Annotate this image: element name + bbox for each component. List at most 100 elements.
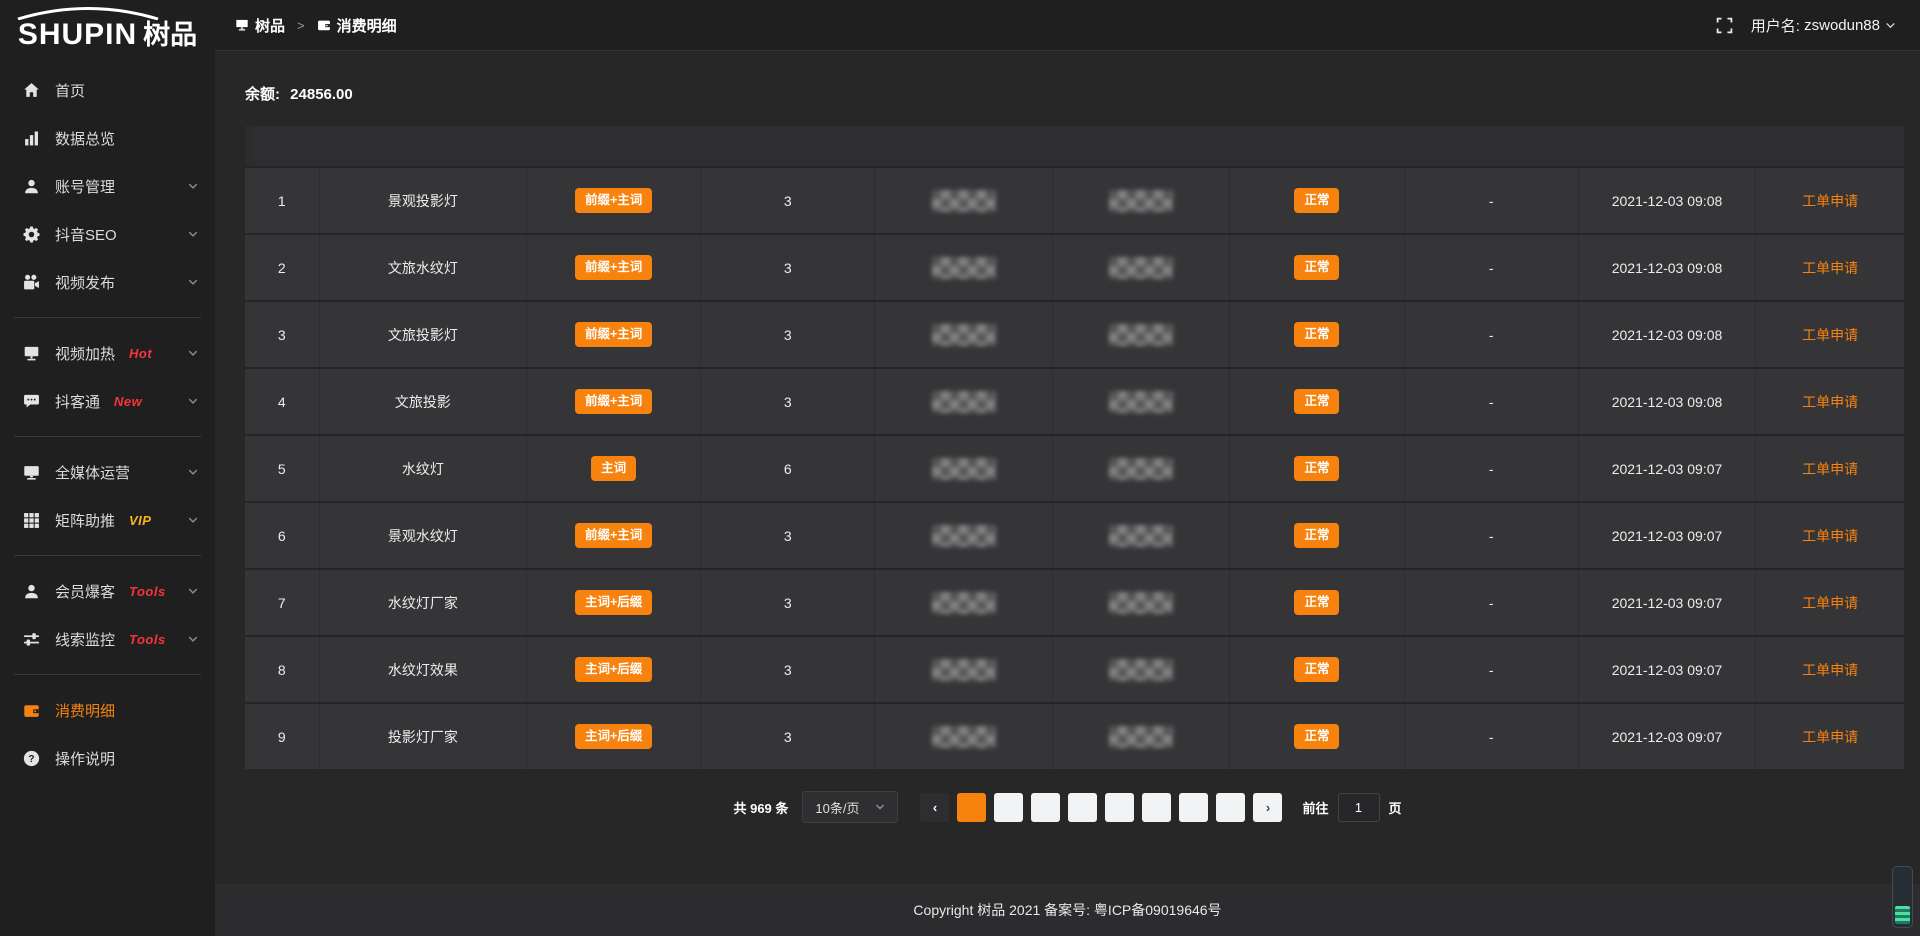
fullscreen-icon[interactable] bbox=[1716, 17, 1733, 34]
wallet-icon bbox=[22, 701, 41, 720]
cell-balance-after bbox=[1053, 168, 1231, 233]
page-number-button[interactable] bbox=[1105, 793, 1134, 822]
sidebar-item-label: 矩阵助推 bbox=[55, 510, 115, 531]
prev-page-button[interactable]: ‹ bbox=[920, 793, 949, 822]
cell-status: 正常 bbox=[1230, 704, 1404, 769]
pagination: 共 969 条 10条/页 ‹ › 前往 页 bbox=[215, 791, 1920, 823]
redacted-value bbox=[932, 391, 996, 413]
sidebar-item[interactable]: 首页 bbox=[0, 66, 215, 114]
cell-amount: 6 bbox=[701, 436, 875, 501]
sidebar-item[interactable]: 会员爆客 Tools bbox=[0, 567, 215, 615]
member-icon bbox=[22, 582, 41, 601]
chevron-down-icon bbox=[187, 276, 199, 288]
breadcrumb-home[interactable]: 树品 bbox=[235, 15, 285, 36]
logo[interactable]: SHUPIN 树品 bbox=[0, 0, 215, 60]
cell-time: 2021-12-03 09:07 bbox=[1579, 436, 1757, 501]
redacted-value bbox=[1109, 592, 1173, 614]
type-badge: 主词+后缀 bbox=[575, 590, 652, 615]
breadcrumb-separator: > bbox=[297, 18, 305, 33]
pagination-total: 共 969 条 bbox=[733, 798, 788, 817]
sidebar-divider bbox=[14, 674, 201, 675]
svg-text:?: ? bbox=[28, 753, 34, 764]
type-badge: 主词+后缀 bbox=[575, 724, 652, 749]
column-header bbox=[253, 126, 254, 166]
sidebar-item[interactable]: 消费明细 bbox=[0, 686, 215, 734]
cell-amount: 3 bbox=[701, 704, 875, 769]
work-order-link[interactable]: 工单申请 bbox=[1802, 459, 1858, 479]
sidebar-item[interactable]: 数据总览 bbox=[0, 114, 215, 162]
work-order-link[interactable]: 工单申请 bbox=[1802, 392, 1858, 412]
table-row: 2 文旅水纹灯 前缀+主词 3 正常 - 2021-12-03 09:08 工单… bbox=[245, 233, 1904, 300]
redacted-value bbox=[932, 324, 996, 346]
page-number-button[interactable] bbox=[1068, 793, 1097, 822]
table-row: 8 水纹灯效果 主词+后缀 3 正常 - 2021-12-03 09:07 工单… bbox=[245, 635, 1904, 702]
table-row: 6 景观水纹灯 前缀+主词 3 正常 - 2021-12-03 09:07 工单… bbox=[245, 501, 1904, 568]
sidebar-item[interactable]: 矩阵助推 VIP bbox=[0, 496, 215, 544]
goto-label: 前往 bbox=[1302, 798, 1328, 817]
goto-page-input[interactable] bbox=[1338, 793, 1380, 822]
work-order-link[interactable]: 工单申请 bbox=[1802, 526, 1858, 546]
sidebar-item[interactable]: 全媒体运营 bbox=[0, 448, 215, 496]
cell-action: 工单申请 bbox=[1756, 369, 1904, 434]
main-content: 余额: 24856.00 1 景观投影灯 前缀+主词 3 正常 - 2021-1… bbox=[215, 51, 1920, 936]
cell-remark: - bbox=[1405, 704, 1579, 769]
username-value: zswodun88 bbox=[1804, 17, 1880, 34]
cell-balance-after bbox=[1053, 302, 1231, 367]
work-order-link[interactable]: 工单申请 bbox=[1802, 593, 1858, 613]
sidebar-item[interactable]: 视频发布 bbox=[0, 258, 215, 306]
sidebar-item[interactable]: ? 操作说明 bbox=[0, 734, 215, 782]
cell-action: 工单申请 bbox=[1756, 302, 1904, 367]
next-page-button[interactable]: › bbox=[1253, 793, 1282, 822]
page-number-button[interactable] bbox=[1179, 793, 1208, 822]
page-number-button[interactable] bbox=[957, 793, 986, 822]
sidebar-item[interactable]: 视频加热 Hot bbox=[0, 329, 215, 377]
cell-action: 工单申请 bbox=[1756, 168, 1904, 233]
balance-label: 余额: bbox=[245, 86, 280, 103]
cell-balance-after bbox=[1053, 570, 1231, 635]
status-badge: 正常 bbox=[1294, 255, 1339, 280]
page-number-button[interactable] bbox=[1216, 793, 1245, 822]
redacted-value bbox=[932, 592, 996, 614]
cell-type: 主词+后缀 bbox=[527, 637, 701, 702]
cell-amount: 3 bbox=[701, 168, 875, 233]
cell-remark: - bbox=[1405, 570, 1579, 635]
status-badge: 正常 bbox=[1294, 389, 1339, 414]
page-number-button[interactable] bbox=[1142, 793, 1171, 822]
table-row: 9 投影灯厂家 主词+后缀 3 正常 - 2021-12-03 09:07 工单… bbox=[245, 702, 1904, 769]
cell-balance-after bbox=[1053, 369, 1231, 434]
sidebar-item-badge: Hot bbox=[129, 346, 152, 361]
cell-amount: 3 bbox=[701, 503, 875, 568]
cell-status: 正常 bbox=[1230, 436, 1404, 501]
sidebar-item[interactable]: 账号管理 bbox=[0, 162, 215, 210]
sidebar-item[interactable]: 线索监控 Tools bbox=[0, 615, 215, 663]
chevron-down-icon bbox=[187, 395, 199, 407]
floating-widget[interactable] bbox=[1892, 866, 1913, 928]
sidebar-item[interactable]: 抖客通 New bbox=[0, 377, 215, 425]
goto-suffix: 页 bbox=[1389, 798, 1402, 817]
page-number-button[interactable] bbox=[994, 793, 1023, 822]
page-number-button[interactable] bbox=[1031, 793, 1060, 822]
cell-keyword: 文旅投影 bbox=[320, 369, 527, 434]
work-order-link[interactable]: 工单申请 bbox=[1802, 660, 1858, 680]
redacted-value bbox=[932, 257, 996, 279]
sidebar-item[interactable]: 抖音SEO bbox=[0, 210, 215, 258]
status-badge: 正常 bbox=[1294, 523, 1339, 548]
cell-time: 2021-12-03 09:08 bbox=[1579, 369, 1757, 434]
page-size-select[interactable]: 10条/页 bbox=[802, 791, 898, 823]
table-row: 5 水纹灯 主词 6 正常 - 2021-12-03 09:07 工单申请 bbox=[245, 434, 1904, 501]
cell-remark: - bbox=[1405, 369, 1579, 434]
home-icon bbox=[22, 81, 41, 100]
work-order-link[interactable]: 工单申请 bbox=[1802, 325, 1858, 345]
cell-index: 1 bbox=[245, 168, 320, 233]
user-dropdown[interactable]: 用户名: zswodun88 bbox=[1751, 15, 1896, 36]
cell-balance-after bbox=[1053, 503, 1231, 568]
cell-type: 主词+后缀 bbox=[527, 570, 701, 635]
logo-arc bbox=[14, 7, 162, 20]
chevron-down-icon bbox=[187, 180, 199, 192]
chevron-down-icon bbox=[187, 585, 199, 597]
breadcrumb-current[interactable]: 消费明细 bbox=[317, 15, 397, 36]
table-row: 4 文旅投影 前缀+主词 3 正常 - 2021-12-03 09:08 工单申… bbox=[245, 367, 1904, 434]
work-order-link[interactable]: 工单申请 bbox=[1802, 191, 1858, 211]
work-order-link[interactable]: 工单申请 bbox=[1802, 727, 1858, 747]
work-order-link[interactable]: 工单申请 bbox=[1802, 258, 1858, 278]
